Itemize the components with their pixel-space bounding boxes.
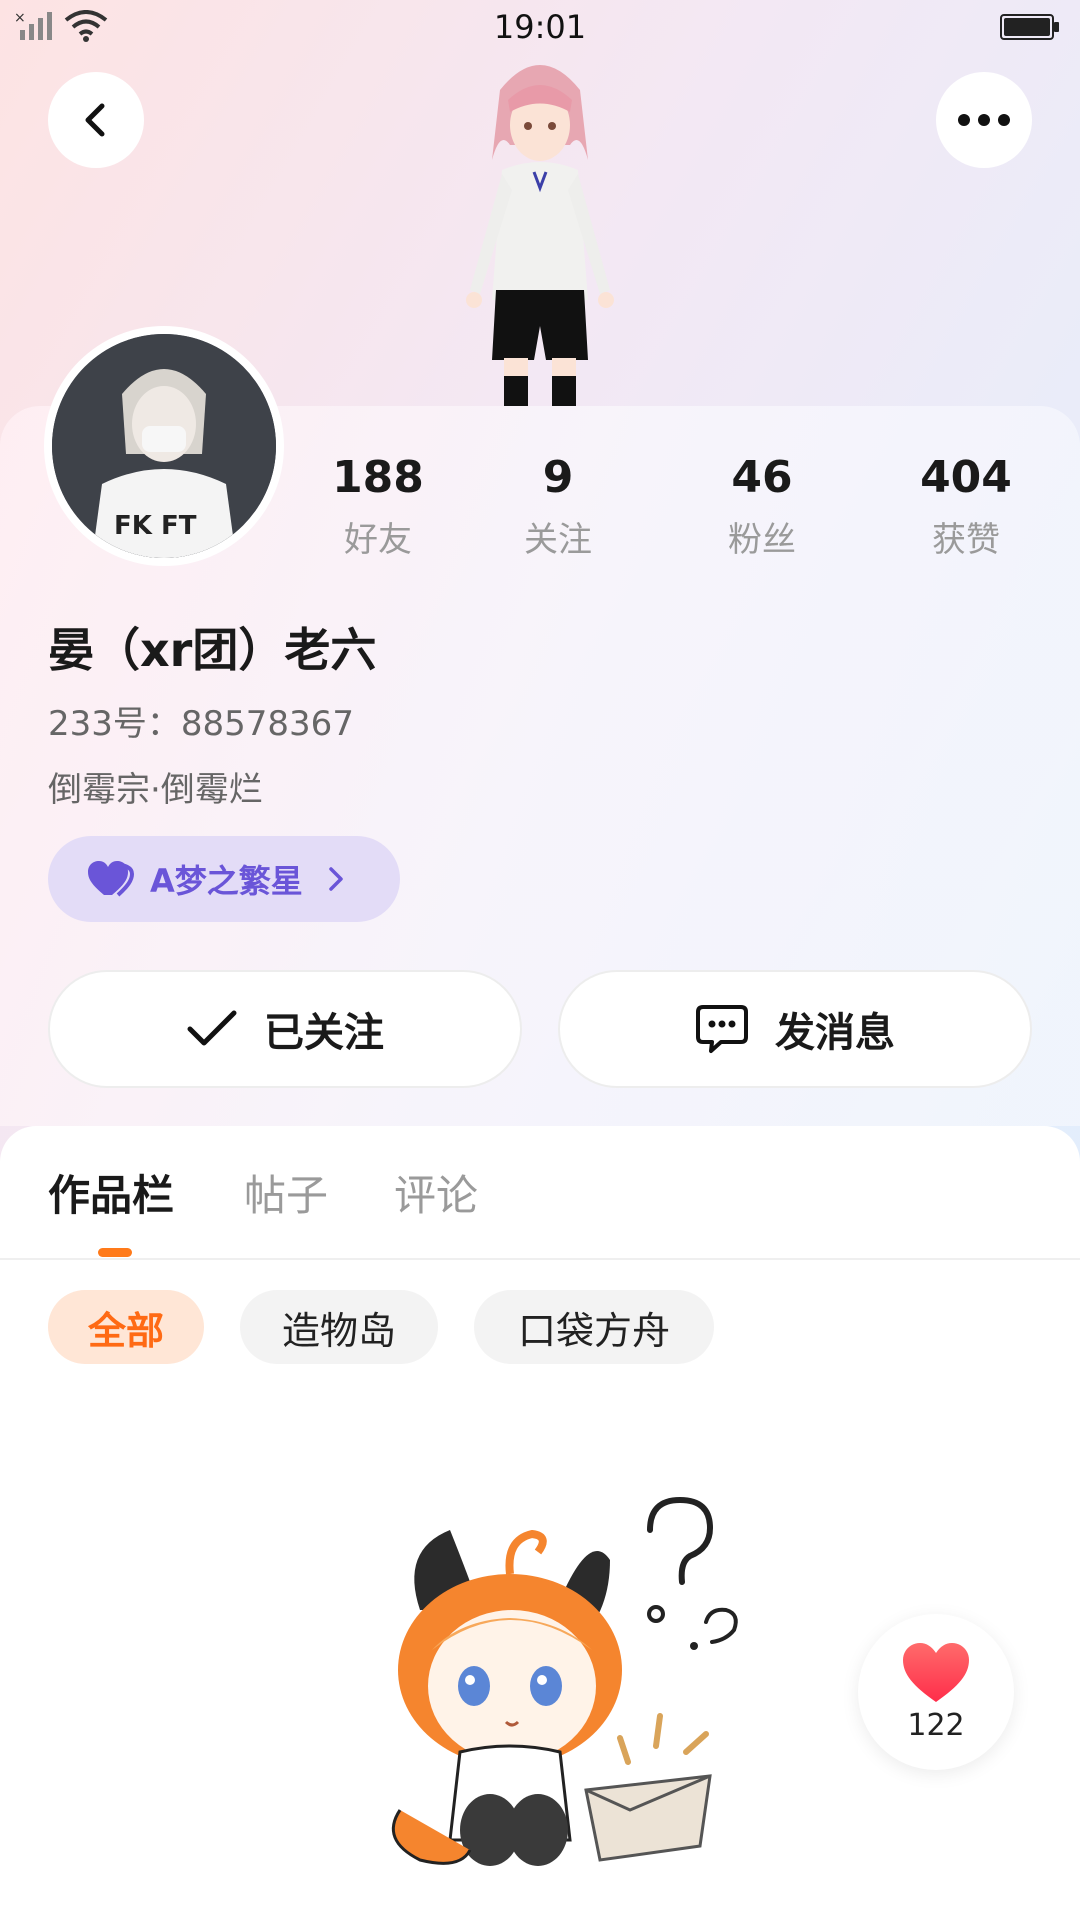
filter-creation-island[interactable]: 造物岛 [240, 1290, 438, 1364]
filter-pocket-ark[interactable]: 口袋方舟 [474, 1290, 714, 1364]
stat-friends-label: 好友 [344, 520, 412, 560]
profile-id: 233号：88578367 [48, 704, 354, 744]
like-count: 122 [907, 1707, 965, 1743]
profile-bio: 倒霉宗·倒霉烂 [48, 770, 263, 810]
stat-following-label: 关注 [524, 520, 592, 560]
send-message-label: 发消息 [775, 1010, 895, 1056]
stat-likes-value: 404 [920, 452, 1012, 503]
filter-all[interactable]: 全部 [48, 1290, 204, 1364]
following-button-label: 已关注 [264, 1010, 384, 1056]
stat-likes[interactable]: 404 获赞 [876, 448, 1056, 561]
back-button[interactable] [48, 72, 144, 168]
send-message-button[interactable]: 发消息 [558, 970, 1032, 1088]
stat-fans-label: 粉丝 [728, 520, 796, 560]
stat-fans[interactable]: 46 粉丝 [672, 448, 852, 561]
chevron-right-icon [329, 867, 343, 891]
stat-following-value: 9 [542, 452, 574, 503]
stat-fans-value: 46 [731, 452, 793, 503]
stat-friends-value: 188 [332, 452, 424, 503]
stat-following[interactable]: 9 关注 [468, 448, 648, 561]
like-button[interactable]: 122 [858, 1614, 1014, 1770]
group-chip-label: A梦之繁星 [150, 862, 303, 900]
tab-comments[interactable]: 评论 [394, 1162, 478, 1223]
more-dots-icon [958, 114, 1010, 126]
check-icon [187, 1010, 237, 1046]
tab-posts[interactable]: 帖子 [244, 1162, 328, 1223]
svg-text:FK FT: FK FT [114, 511, 197, 541]
group-chip[interactable]: A梦之繁星 [48, 836, 400, 922]
status-bar: × 19:01 [0, 0, 1080, 56]
empty-state-illustration [391, 1496, 738, 1866]
user-avatar[interactable]: FK FT [44, 326, 284, 566]
chat-icon [696, 1005, 748, 1053]
heart-icon [903, 1642, 969, 1702]
stat-friends[interactable]: 188 好友 [288, 448, 468, 561]
character-avatar-image [466, 65, 614, 406]
following-button[interactable]: 已关注 [48, 970, 522, 1088]
profile-name: 晏（xr团）老六 [48, 623, 377, 677]
chevron-left-icon [85, 103, 105, 137]
tab-active-indicator [98, 1248, 132, 1257]
status-time: 19:01 [493, 8, 587, 46]
battery-icon [1000, 14, 1059, 40]
avatar-photo: FK FT [52, 334, 276, 558]
stat-likes-label: 获赞 [932, 520, 1000, 560]
heart-icon [88, 861, 135, 897]
more-options-button[interactable] [936, 72, 1032, 168]
tab-divider [0, 1258, 1080, 1260]
tab-works[interactable]: 作品栏 [48, 1162, 174, 1223]
